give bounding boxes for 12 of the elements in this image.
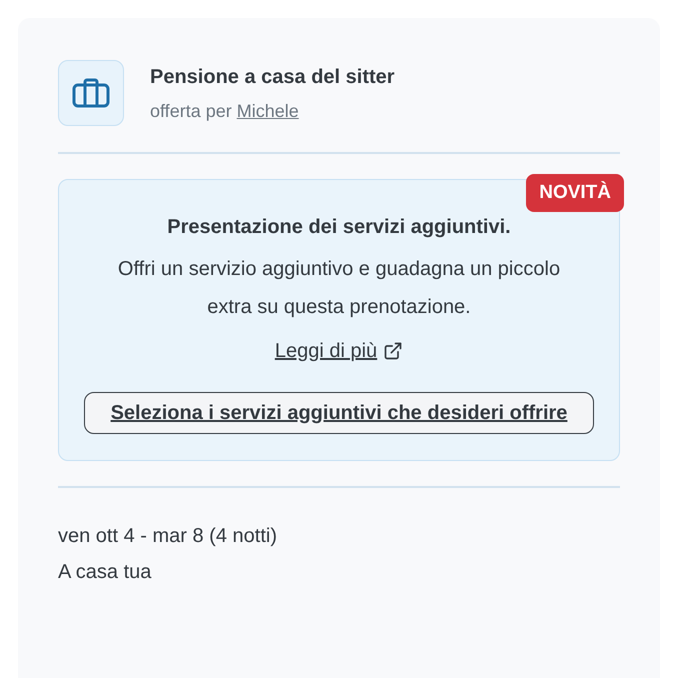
select-services-button[interactable]: Seleziona i servizi aggiuntivi che desideri offrire	[84, 392, 594, 434]
promo-heading: Presentazione dei servizi aggiuntivi.	[167, 215, 511, 240]
offered-by-text: offerta per Michele	[150, 100, 300, 123]
promo-text: Offri un servizio aggiuntivo e guadagna un piccolo extra su questa prenotazione.	[116, 257, 562, 320]
read-more-link[interactable]: Leggi di più	[274, 336, 404, 366]
sitter-link[interactable]: Michele	[236, 101, 299, 121]
external-link-icon	[383, 341, 404, 361]
service-title: Pensione a casa del sitter	[150, 65, 395, 90]
booking-location: A casa tua	[58, 560, 152, 585]
new-badge: NOVITÀ	[526, 174, 624, 212]
suitcase-icon	[72, 78, 110, 108]
booking-dates: ven ott 4 - mar 8 (4 notti)	[58, 524, 278, 549]
